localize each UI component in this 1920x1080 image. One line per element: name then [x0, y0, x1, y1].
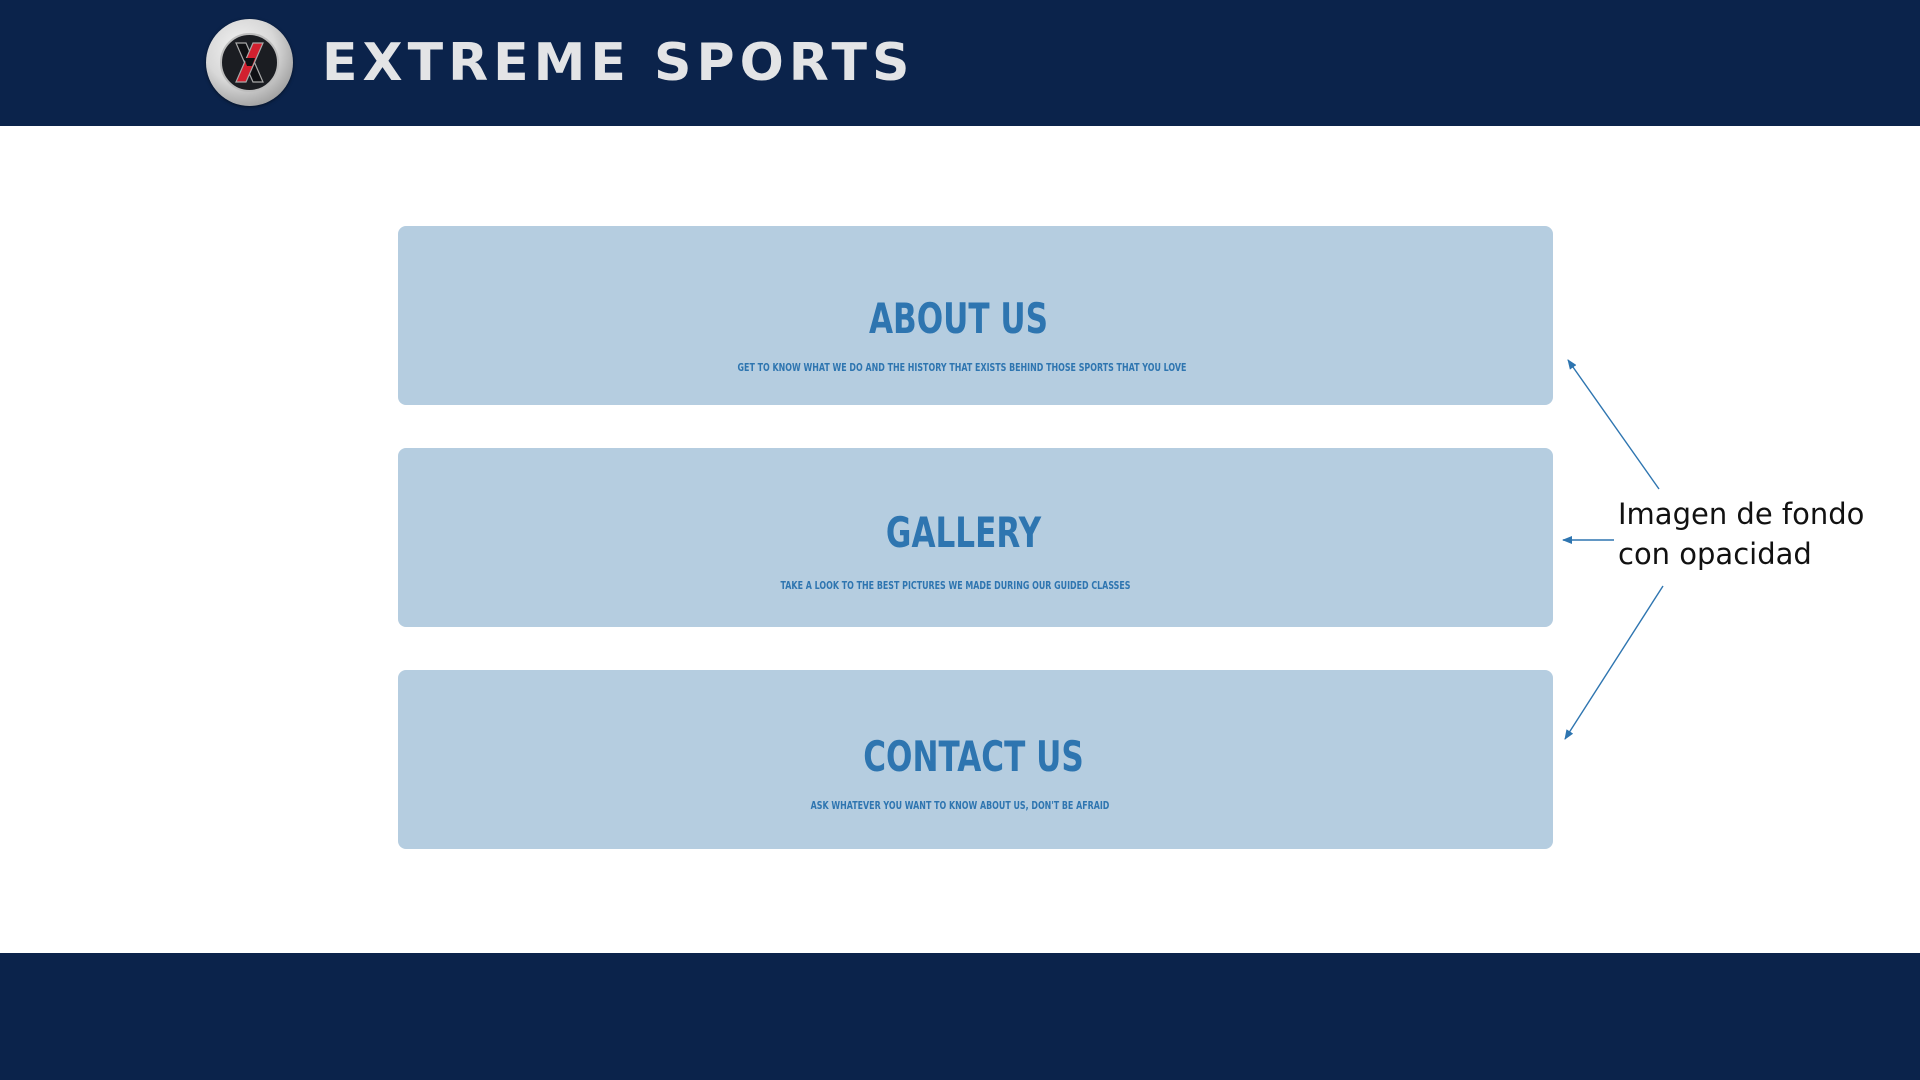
- contact-us-card[interactable]: CONTACT US ASK WHATEVER YOU WANT TO KNOW…: [398, 670, 1553, 849]
- annotation-line-1: Imagen de fondo: [1618, 497, 1865, 531]
- logo-badge: [220, 33, 279, 92]
- footer-bar: [0, 953, 1920, 1080]
- contact-us-title[interactable]: CONTACT US: [545, 732, 1403, 781]
- gallery-subtitle: TAKE A LOOK TO THE BEST PICTURES WE MADE…: [780, 579, 1131, 592]
- gallery-title[interactable]: GALLERY: [527, 508, 1399, 557]
- annotation-line-2: con opacidad: [1618, 537, 1812, 571]
- x-mark-icon: [235, 42, 264, 83]
- gallery-card[interactable]: GALLERY TAKE A LOOK TO THE BEST PICTURES…: [398, 448, 1553, 627]
- brand-title[interactable]: EXTREME SPORTS: [322, 28, 914, 98]
- annotation-note: Imagen de fondo con opacidad: [1618, 494, 1864, 574]
- about-us-title[interactable]: ABOUT US: [519, 294, 1399, 343]
- about-us-card[interactable]: ABOUT US GET TO KNOW WHAT WE DO AND THE …: [398, 226, 1553, 405]
- brand-logo[interactable]: [206, 19, 293, 106]
- about-us-subtitle: GET TO KNOW WHAT WE DO AND THE HISTORY T…: [737, 361, 1187, 374]
- contact-us-subtitle: ASK WHATEVER YOU WANT TO KNOW ABOUT US, …: [810, 799, 1110, 812]
- header-bar: EXTREME SPORTS: [0, 0, 1920, 126]
- arrow-to-contact-card: [1564, 585, 1664, 740]
- arrow-to-about-card: [1567, 359, 1660, 490]
- page: EXTREME SPORTS ABOUT US GET TO KNOW WHAT…: [0, 0, 1920, 1080]
